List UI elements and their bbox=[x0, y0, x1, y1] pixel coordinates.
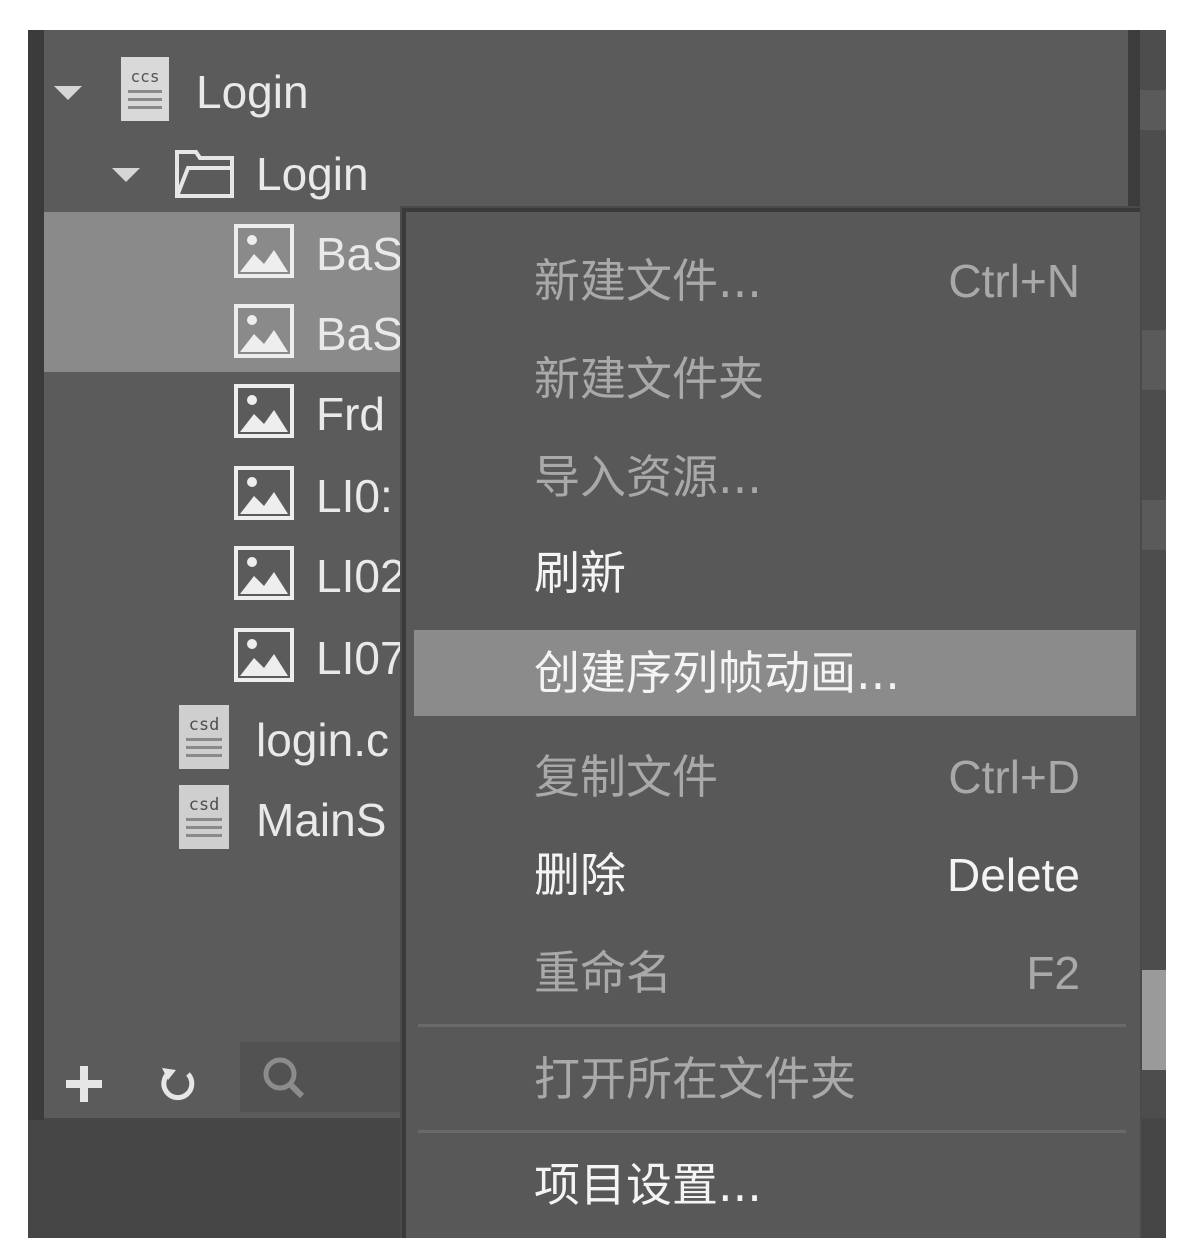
menu-item-refresh[interactable]: 刷新 bbox=[406, 530, 1128, 616]
left-border bbox=[28, 30, 44, 1120]
menu-item-shortcut: Ctrl+N bbox=[948, 255, 1080, 307]
tree-item-label: LI07 bbox=[316, 632, 406, 684]
menu-item-shortcut: F2 bbox=[1026, 947, 1080, 999]
tree-item-label: Login bbox=[196, 66, 309, 118]
folder-icon bbox=[174, 146, 236, 205]
menu-separator bbox=[418, 1024, 1126, 1027]
search-icon bbox=[260, 1054, 306, 1105]
tree-item-folder[interactable]: Login bbox=[44, 132, 1128, 212]
tree-item-label: Login bbox=[256, 148, 369, 200]
menu-item-delete[interactable]: 删除 Delete bbox=[406, 832, 1128, 918]
tree-item-label: BaS bbox=[316, 228, 403, 280]
menu-item-create-frame-animation[interactable]: 创建序列帧动画... bbox=[414, 630, 1136, 716]
menu-item-label: 新建文件... bbox=[534, 254, 762, 308]
menu-item-label: 创建序列帧动画... bbox=[534, 646, 900, 700]
context-menu: 新建文件... Ctrl+N 新建文件夹 导入资源... 刷新 创建序列帧动画.… bbox=[402, 208, 1140, 1238]
menu-item-open-containing-folder[interactable]: 打开所在文件夹 bbox=[406, 1036, 1128, 1122]
tree-item-label: BaS bbox=[316, 308, 403, 360]
menu-item-rename[interactable]: 重命名 F2 bbox=[406, 930, 1128, 1016]
expand-arrow-icon[interactable] bbox=[54, 86, 82, 100]
svg-text:csd: csd bbox=[189, 795, 220, 815]
image-file-icon bbox=[234, 546, 294, 605]
menu-item-label: 项目设置... bbox=[534, 1158, 762, 1212]
right-scroll-strip[interactable] bbox=[1140, 30, 1166, 1118]
image-file-icon bbox=[234, 304, 294, 363]
menu-item-shortcut: Delete bbox=[947, 849, 1080, 901]
menu-separator bbox=[418, 1130, 1126, 1133]
image-file-icon bbox=[234, 466, 294, 525]
menu-item-label: 导入资源... bbox=[534, 450, 762, 504]
image-file-icon bbox=[234, 224, 294, 283]
csd-file-icon: csd bbox=[178, 784, 230, 855]
menu-item-label: 复制文件 bbox=[534, 750, 718, 804]
refresh-icon[interactable] bbox=[158, 1064, 198, 1109]
image-file-icon bbox=[234, 628, 294, 687]
tree-item-label: login.c bbox=[256, 714, 389, 766]
menu-item-duplicate-file[interactable]: 复制文件 Ctrl+D bbox=[406, 734, 1128, 820]
csd-file-icon: csd bbox=[178, 704, 230, 775]
svg-text:csd: csd bbox=[189, 715, 220, 735]
tree-item-root[interactable]: ccs Login bbox=[44, 50, 1128, 130]
plus-icon[interactable] bbox=[64, 1064, 104, 1109]
tree-item-label: LI02 bbox=[316, 550, 406, 602]
menu-item-label: 刷新 bbox=[534, 546, 626, 600]
expand-arrow-icon[interactable] bbox=[112, 168, 140, 182]
menu-item-project-settings[interactable]: 项目设置... bbox=[406, 1142, 1128, 1228]
tree-item-label: Frd bbox=[316, 388, 385, 440]
search-input[interactable] bbox=[240, 1042, 410, 1112]
tree-item-label: LI0: bbox=[316, 470, 393, 522]
menu-item-new-folder[interactable]: 新建文件夹 bbox=[406, 336, 1128, 422]
menu-item-label: 删除 bbox=[534, 848, 626, 902]
menu-item-label: 打开所在文件夹 bbox=[534, 1052, 856, 1106]
menu-item-import-resources[interactable]: 导入资源... bbox=[406, 434, 1128, 520]
image-file-icon bbox=[234, 384, 294, 443]
tree-item-label: MainS bbox=[256, 794, 387, 846]
svg-text:ccs: ccs bbox=[131, 67, 160, 86]
menu-item-label: 重命名 bbox=[534, 946, 672, 1000]
ccs-file-icon: ccs bbox=[120, 56, 170, 127]
menu-item-label: 新建文件夹 bbox=[534, 352, 764, 406]
project-panel-window: ccs Login Login BaS BaS Frd LI0: LI02 LI… bbox=[28, 30, 1166, 1238]
menu-item-new-file[interactable]: 新建文件... Ctrl+N bbox=[406, 238, 1128, 324]
menu-item-shortcut: Ctrl+D bbox=[948, 751, 1080, 803]
